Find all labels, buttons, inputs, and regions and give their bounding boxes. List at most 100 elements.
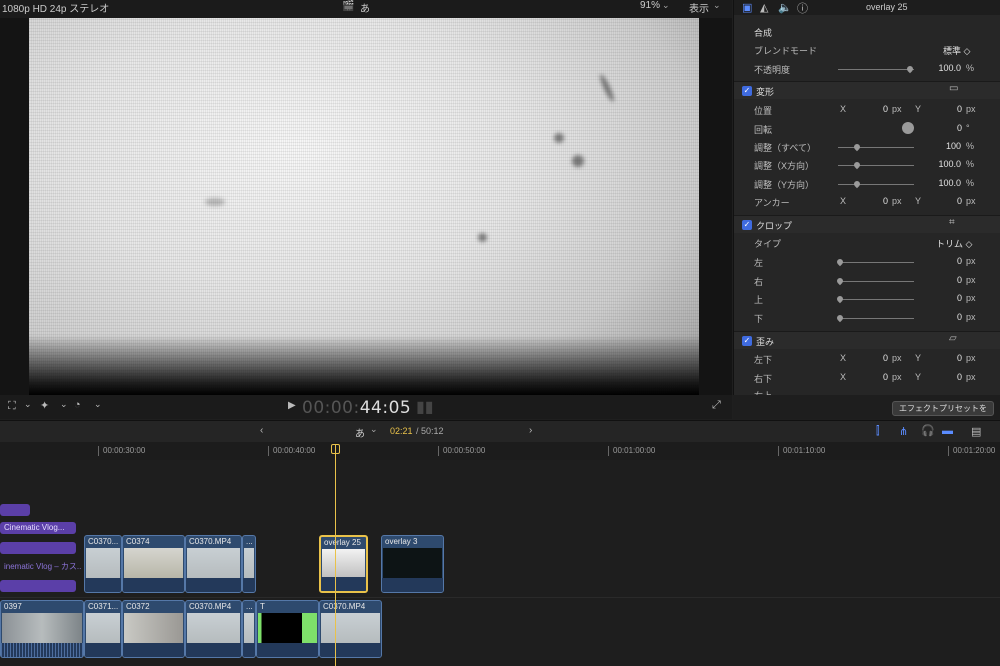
crop-left-value[interactable]: 0 — [938, 256, 962, 266]
video-clip[interactable]: ... — [242, 535, 256, 593]
transform-checkbox[interactable]: ✓ — [742, 86, 752, 96]
scale-x-slider[interactable] — [838, 165, 914, 166]
speed-icon[interactable]: ◔ — [74, 399, 81, 411]
video-clip[interactable]: C0374 — [122, 535, 185, 593]
distort-br-y[interactable]: 0 — [938, 372, 962, 382]
opacity-slider[interactable] — [838, 69, 914, 70]
timeline-ruler[interactable]: 00:00:30:00 00:00:40:00 00:00:50:00 00:0… — [0, 442, 1000, 460]
forward-arrow-icon[interactable]: › — [529, 425, 532, 436]
scale-y-knob[interactable] — [852, 179, 862, 189]
scale-all-slider[interactable] — [838, 147, 914, 148]
chevron-down-icon[interactable]: ⌄ — [662, 0, 670, 11]
transform-onscreen-icon[interactable]: ▭ — [949, 83, 958, 94]
clip-appearance-icon[interactable]: ⫿ — [876, 425, 880, 438]
transform-section[interactable]: ✓ 変形 ▭ — [734, 81, 1000, 99]
crop-top-slider[interactable] — [838, 299, 914, 300]
opacity-value[interactable]: 100.0 — [929, 63, 961, 73]
timeline-index-label[interactable]: あ — [355, 425, 365, 440]
info-icon[interactable]: ⓘ — [797, 0, 808, 16]
position-y-value[interactable]: 0 — [938, 104, 962, 114]
transform-tool-icon[interactable]: ⛶ — [8, 400, 16, 413]
title-clip[interactable]: inematic Vlog – カス... — [0, 560, 82, 572]
chevron-down-icon[interactable]: ⌄ — [94, 399, 102, 410]
video-clip[interactable]: C0370... — [84, 535, 122, 593]
crop-right-value[interactable]: 0 — [938, 275, 962, 285]
title-clip[interactable] — [0, 580, 76, 592]
distort-bl-x[interactable]: 0 — [864, 353, 888, 363]
play-icon[interactable]: ▶ — [288, 400, 296, 411]
video-clip[interactable]: C0371... — [84, 600, 122, 658]
anchor-x-value[interactable]: 0 — [864, 196, 888, 206]
blend-mode-select[interactable]: 標準 ◇ — [943, 44, 970, 57]
scale-all-value[interactable]: 100 — [929, 141, 961, 151]
crop-type-select[interactable]: トリム ◇ — [936, 237, 972, 250]
crop-right-knob[interactable] — [835, 276, 845, 286]
ruler-label: 00:00:50:00 — [443, 446, 486, 455]
video-clip[interactable]: overlay 3 — [381, 535, 444, 593]
audio-icon[interactable]: 🔈 — [778, 1, 792, 14]
headphones-icon[interactable]: 🎧 — [921, 424, 935, 437]
crop-top-value[interactable]: 0 — [938, 293, 962, 303]
crop-left-knob[interactable] — [835, 257, 845, 267]
video-inspector-icon[interactable]: ▣ — [742, 1, 752, 14]
crop-top-knob[interactable] — [835, 294, 845, 304]
chevron-down-icon[interactable]: ⌄ — [370, 424, 378, 435]
scale-x-knob[interactable] — [852, 160, 862, 170]
crop-onscreen-icon[interactable]: ⌗ — [949, 217, 955, 228]
rotation-dial-icon[interactable] — [902, 122, 914, 134]
video-clip[interactable]: 0397 — [0, 600, 84, 658]
distort-br-x[interactable]: 0 — [864, 372, 888, 382]
filter-icon[interactable]: ◭ — [760, 1, 768, 14]
timecode[interactable]: 00:00:44:05 — [302, 398, 411, 418]
video-clip[interactable]: C0370.MP4 — [319, 600, 382, 658]
position-x-value[interactable]: 0 — [864, 104, 888, 114]
back-arrow-icon[interactable]: ‹ — [260, 425, 263, 436]
crop-checkbox[interactable]: ✓ — [742, 220, 752, 230]
viewer[interactable] — [0, 18, 732, 395]
crop-left-slider[interactable] — [838, 262, 914, 263]
chevron-down-icon[interactable]: ⌄ — [713, 0, 721, 11]
snapping-icon[interactable]: ⋔ — [899, 425, 908, 438]
title-clip[interactable] — [0, 542, 76, 554]
distort-onscreen-icon[interactable]: ▱ — [949, 333, 957, 344]
video-clip[interactable]: C0372 — [122, 600, 185, 658]
crop-bottom-slider[interactable] — [838, 318, 914, 319]
scale-y-value[interactable]: 100.0 — [929, 178, 961, 188]
playhead[interactable] — [335, 444, 336, 666]
anchor-y-value[interactable]: 0 — [938, 196, 962, 206]
video-clip[interactable]: T — [256, 600, 319, 658]
save-effects-preset-button[interactable]: エフェクトプリセットを — [892, 401, 994, 416]
distort-section[interactable]: ✓ 歪み ▱ — [734, 331, 1000, 349]
scale-all-knob[interactable] — [852, 142, 862, 152]
magic-wand-icon[interactable]: ✦ — [40, 399, 49, 412]
crop-section[interactable]: ✓ クロップ ⌗ — [734, 215, 1000, 233]
distort-bl-y[interactable]: 0 — [938, 353, 962, 363]
crop-bottom-value[interactable]: 0 — [938, 312, 962, 322]
scale-x-value[interactable]: 100.0 — [929, 159, 961, 169]
video-clip[interactable]: C0370.MP4 — [185, 535, 242, 593]
solo-icon[interactable]: ▬ — [942, 425, 953, 437]
selected-overlay-clip[interactable]: overlay 25 — [319, 535, 368, 593]
opacity-knob[interactable] — [905, 64, 915, 74]
playhead-handle[interactable] — [331, 444, 340, 454]
chevron-down-icon[interactable]: ⌄ — [60, 399, 68, 410]
index-label[interactable]: あ — [360, 0, 370, 15]
crop-right-slider[interactable] — [838, 281, 914, 282]
timeline-position: 02:21 — [390, 426, 413, 436]
crop-bottom-knob[interactable] — [835, 313, 845, 323]
scale-y-slider[interactable] — [838, 184, 914, 185]
fullscreen-icon[interactable]: ⤢ — [712, 399, 721, 412]
chevron-down-icon[interactable]: ⌄ — [24, 399, 32, 410]
distort-checkbox[interactable]: ✓ — [742, 336, 752, 346]
zoom-menu[interactable]: 91% — [640, 0, 660, 11]
video-clip[interactable]: ... — [242, 600, 256, 658]
video-clip[interactable]: C0370.MP4 — [185, 600, 242, 658]
composite-section[interactable]: 合成 — [734, 23, 1000, 41]
title-clip[interactable] — [0, 504, 30, 516]
view-menu[interactable]: 表示 — [689, 0, 709, 15]
title-clip[interactable]: Cinematic Vlog... — [0, 522, 76, 534]
clapper-icon[interactable]: 🎬 — [342, 1, 354, 12]
timeline-body[interactable]: Cinematic Vlog... inematic Vlog – カス... … — [0, 460, 1000, 666]
filmstrip-icon[interactable]: ▤ — [971, 425, 981, 438]
rotation-value[interactable]: 0 — [938, 123, 962, 133]
